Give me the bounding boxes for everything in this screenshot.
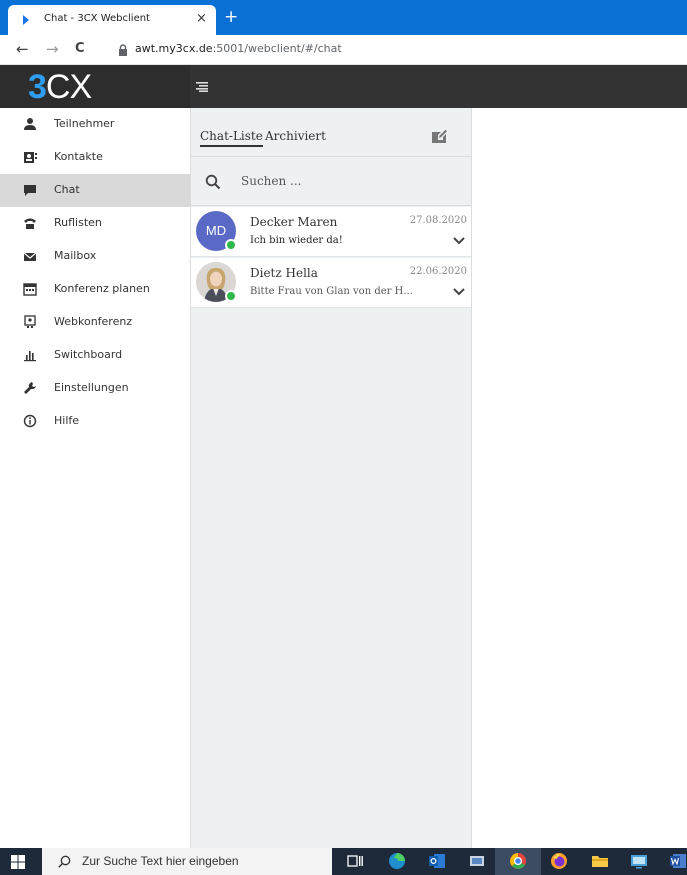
windows-taskbar: Zur Suche Text hier eingeben [0,848,687,875]
chat-list-panel: Chat-Liste Archiviert MD Decker Maren 27… [190,108,472,848]
sidebar-item-mailbox[interactable]: Mailbox [0,240,190,273]
reload-icon[interactable]: C [75,40,85,58]
edge-browser-icon[interactable] [388,852,406,870]
info-icon [23,414,37,428]
chat-contact-name: Decker Maren [250,215,338,229]
logo-area: 3CX [0,65,190,108]
presence-online-indicator [225,239,237,251]
wrench-icon [24,382,36,394]
chevron-down-icon[interactable] [453,237,465,245]
contacts-card-icon [24,152,37,163]
back-arrow-icon[interactable]: ← [16,40,29,58]
browser-tab-strip: Chat - 3CX Webclient × + [0,0,687,35]
folder-icon[interactable] [591,852,609,870]
sidebar-item-switchboard[interactable]: Switchboard [0,339,190,372]
app-header: 3CX [0,65,687,108]
tab-title: Chat - 3CX Webclient [44,13,150,24]
new-tab-icon[interactable]: + [224,8,238,26]
3cx-favicon-icon [23,15,29,25]
tab-chat-liste[interactable]: Chat-Liste [200,129,263,147]
chat-contact-name: Dietz Hella [250,266,318,280]
tab-archiviert[interactable]: Archiviert [265,129,326,143]
search-icon [58,855,71,868]
windows-start-icon[interactable] [11,855,25,869]
envelope-icon [23,252,37,261]
sidebar-item-hilfe[interactable]: Hilfe [0,405,190,438]
chevron-down-icon[interactable] [453,288,465,296]
word-icon[interactable] [669,852,687,870]
chat-last-message: Ich bin wieder da! [250,235,343,246]
new-chat-compose-icon[interactable] [431,128,447,144]
outlook-icon[interactable] [428,852,446,870]
forward-arrow-icon[interactable]: → [46,40,59,58]
chat-list-item[interactable]: Dietz Hella 22.06.2020 Bitte Frau von Gl… [191,258,471,308]
phone-icon [24,218,36,229]
chat-search-input[interactable] [241,169,461,193]
remote-desktop-icon[interactable] [630,852,648,870]
url-host: awt.my3cx.de [135,42,213,55]
sidebar-item-chat[interactable]: Chat [0,174,190,207]
lock-icon [119,44,127,56]
chat-search-row [191,156,471,206]
menu-toggle-icon[interactable] [196,82,208,92]
sidebar-item-konferenz-planen[interactable]: Konferenz planen [0,273,190,306]
chat-bubble-icon [24,185,36,196]
taskbar-search-box[interactable]: Zur Suche Text hier eingeben [42,848,332,875]
bar-chart-icon [24,351,36,362]
sidebar-nav: Teilnehmer Kontakte Chat Ruflisten Mailb… [0,108,190,848]
search-icon [205,174,221,190]
person-icon [24,118,36,130]
chat-date: 22.06.2020 [409,266,467,277]
chat-list-item[interactable]: MD Decker Maren 27.08.2020 Ich bin wiede… [191,207,471,257]
tab-close-icon[interactable]: × [196,11,207,27]
address-bar: ← → C awt.my3cx.de:5001/webclient/#/chat [0,35,687,65]
sidebar-item-ruflisten[interactable]: Ruflisten [0,207,190,240]
chat-tabs: Chat-Liste Archiviert [191,108,471,156]
url-path: :5001/webclient/#/chat [212,42,342,55]
chat-last-message: Bitte Frau von Glan von der H... [250,286,413,297]
presence-online-indicator [225,290,237,302]
url-field[interactable]: awt.my3cx.de:5001/webclient/#/chat [135,42,342,55]
taskbar-search-text: Zur Suche Text hier eingeben [82,854,239,868]
sidebar-item-webkonferenz[interactable]: Webkonferenz [0,306,190,339]
file-explorer-network-icon[interactable] [468,852,486,870]
sidebar-item-einstellungen[interactable]: Einstellungen [0,372,190,405]
calendar-icon [23,283,37,296]
browser-tab[interactable]: Chat - 3CX Webclient × [8,5,216,35]
sidebar-item-kontakte[interactable]: Kontakte [0,141,190,174]
3cx-logo: 3CX [28,68,92,106]
firefox-browser-icon[interactable] [550,852,568,870]
chat-date: 27.08.2020 [409,215,467,226]
sidebar-item-teilnehmer[interactable]: Teilnehmer [0,108,190,141]
chrome-browser-icon[interactable] [509,852,527,870]
task-view-icon[interactable] [346,852,364,870]
webmeeting-icon [24,315,36,328]
